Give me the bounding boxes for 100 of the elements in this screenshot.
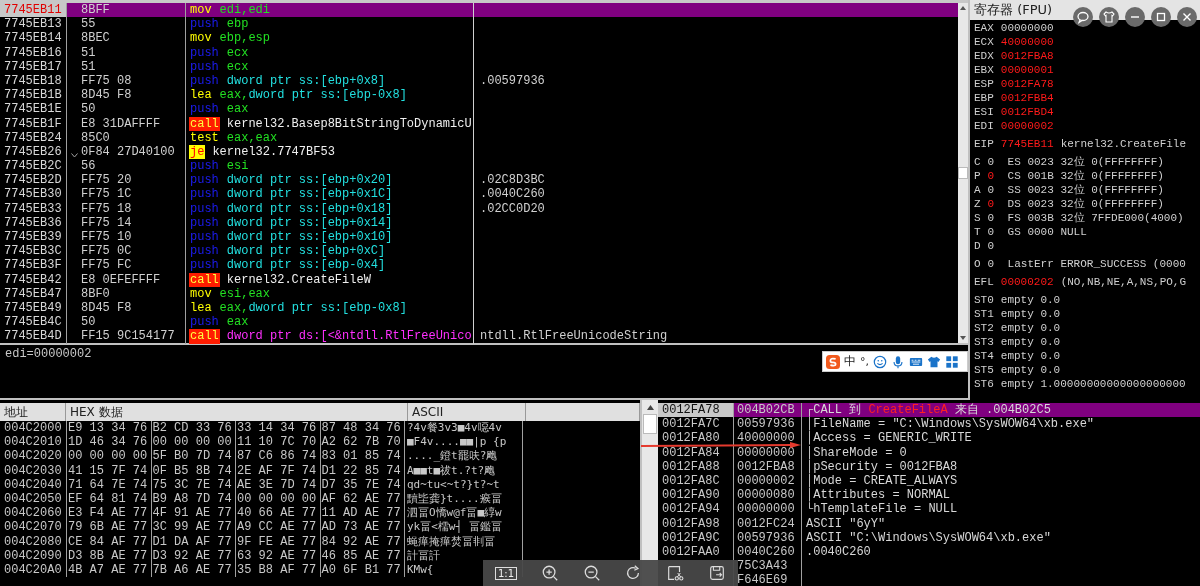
flag-value[interactable]: 0: [987, 197, 1001, 211]
address-cell: 0012FA7C: [658, 417, 734, 432]
microphone-icon[interactable]: [891, 354, 905, 369]
logo-icon[interactable]: [826, 354, 840, 369]
chat-icon[interactable]: [1073, 7, 1093, 27]
register-value[interactable]: 00000001: [1000, 63, 1054, 77]
code-row[interactable]: 7745EB4D FF15 9C154177 call dword ptr ds:[<&ntdll.RtlFreeUnico ntdll.RtlFreeUnicodeString: [0, 329, 958, 344]
register-value[interactable]: 0012FBB4: [1000, 91, 1054, 105]
register-name: ESI: [974, 105, 994, 119]
code-row[interactable]: 7745EB3C FF75 0C push dword ptr ss:[ebp+0xC]: [0, 244, 958, 259]
hex-cell: D3 92 AE 77: [151, 548, 236, 563]
code-row[interactable]: 7745EB18 FF75 08 push dword ptr ss:[ebp+0x8] .00597936: [0, 73, 958, 89]
operand: eax: [226, 315, 249, 330]
code-row[interactable]: 7745EB1E 50 push eax: [0, 102, 958, 117]
flag-value[interactable]: 0: [987, 239, 1001, 253]
code-row[interactable]: 7745EB16 51 push ecx: [0, 45, 958, 60]
smiley-icon[interactable]: [873, 354, 887, 369]
hex-cell: AF 62 AE 77: [320, 491, 405, 507]
flag-value[interactable]: 0: [987, 225, 1001, 239]
code-row[interactable]: 7745EB17 51 push ecx: [0, 59, 958, 74]
bytes-cell: 8D45 F8: [81, 300, 186, 316]
register-value[interactable]: empty 0.0: [1000, 335, 1061, 349]
address-cell: 0012FA90: [658, 488, 734, 503]
code-row[interactable]: 7745EB3F FF75 FC push dword ptr ss:[ebp-0x4]: [0, 258, 958, 273]
scroll-thumb[interactable]: [643, 414, 657, 434]
bytes-cell: E8 0EFEFFFF: [81, 272, 186, 287]
actual-size-button[interactable]: 1:1: [494, 566, 517, 580]
punctuation-toggle[interactable]: °,: [860, 355, 869, 368]
register-value[interactable]: 0012FA78: [1000, 77, 1054, 91]
code-row[interactable]: 7745EB47 8BF0 mov esi,eax: [0, 286, 958, 301]
address-cell: 7745EB13: [0, 17, 67, 32]
address-cell: 7745EB4D: [0, 329, 67, 344]
scroll-up-icon[interactable]: [960, 6, 966, 10]
operand: kernel32.7747BF53: [212, 144, 335, 160]
maximize-icon[interactable]: [1151, 7, 1171, 27]
register-value[interactable]: 0012FBD4: [1000, 105, 1054, 119]
column-header[interactable]: ASCII: [408, 403, 526, 421]
flag-detail: GS 0000 NULL: [1007, 225, 1087, 239]
language-toggle[interactable]: 中: [844, 353, 856, 370]
scrollbar[interactable]: [958, 3, 968, 343]
mnemonic: push: [189, 45, 220, 60]
address-cell: 0012FAA0: [658, 544, 734, 560]
minimize-icon[interactable]: [1125, 7, 1145, 27]
register-value[interactable]: empty 0.0: [1000, 321, 1061, 335]
code-row[interactable]: 7745EB49 8D45 F8 lea eax,dword ptr ss:[ebp-0x8]: [0, 300, 958, 316]
code-row[interactable]: 7745EB2C 56 push esi: [0, 159, 958, 174]
code-row[interactable]: 7745EB11 8BFF mov edi,edi: [0, 3, 958, 18]
register-value[interactable]: empty 0.0: [1000, 349, 1061, 363]
register-value[interactable]: empty 0.0: [1000, 307, 1061, 321]
close-icon[interactable]: [1177, 7, 1197, 27]
flag-detail: LastErr ERROR_SUCCESS (0000: [1007, 257, 1186, 271]
code-row[interactable]: 7745EB14 8BEC mov ebp,esp: [0, 31, 958, 46]
address-cell: 7745EB2D: [0, 173, 67, 188]
register-name: ECX: [974, 35, 994, 49]
hex-cell: CE 84 AF 77: [67, 534, 152, 549]
register-name: ST1: [974, 307, 994, 321]
operand: eax: [226, 102, 249, 117]
code-row[interactable]: 7745EB26 0F84 27D40100 je kernel32.7747BF53: [0, 144, 958, 160]
flag-value[interactable]: 0: [987, 183, 1001, 197]
flag-value[interactable]: 0: [987, 257, 1001, 271]
register-value[interactable]: empty 1.00000000000000000000: [1000, 377, 1186, 391]
register-name: EBX: [974, 63, 994, 77]
operand: dword ptr ss:[ebp+0x10]: [226, 230, 393, 245]
address-cell: 0012FA84: [658, 445, 734, 460]
register-value[interactable]: 40000000: [1000, 35, 1054, 49]
flag-value[interactable]: 0: [987, 155, 1001, 169]
code-row[interactable]: 7745EB1B 8D45 F8 lea eax,dword ptr ss:[ebp-0x8]: [0, 88, 958, 103]
register-value[interactable]: 7745EB11: [1000, 137, 1054, 151]
register-value[interactable]: 00000202: [1000, 275, 1054, 289]
code-row[interactable]: 7745EB1F E8 31DAFFFF call kernel32.Basep8BitStringToDynamicU: [0, 116, 958, 131]
code-row[interactable]: 7745EB33 FF75 18 push dword ptr ss:[ebp+0x18] .02CC0D20: [0, 201, 958, 216]
crop-icon[interactable]: [666, 564, 685, 582]
scroll-down-icon[interactable]: [960, 336, 966, 340]
register-value[interactable]: empty 0.0: [1000, 293, 1061, 307]
register-value[interactable]: empty 0.0: [1000, 363, 1061, 377]
register-name: ST5: [974, 363, 994, 377]
column-header[interactable]: HEX 数据: [66, 403, 408, 421]
value-cell: 00597936: [734, 530, 802, 545]
code-row[interactable]: 7745EB2D FF75 20 push dword ptr ss:[ebp+0x20] .02C8D3BC: [0, 173, 958, 188]
register-value[interactable]: 00000000: [1000, 21, 1054, 35]
code-row[interactable]: 7745EB36 FF75 14 push dword ptr ss:[ebp+0x14]: [0, 215, 958, 230]
register-value[interactable]: 0012FBA8: [1000, 49, 1054, 63]
code-row[interactable]: 7745EB39 FF75 10 push dword ptr ss:[ebp+0x10]: [0, 230, 958, 245]
code-row[interactable]: 7745EB13 55 push ebp: [0, 17, 958, 32]
scroll-thumb[interactable]: [958, 167, 968, 179]
grid-icon[interactable]: [945, 354, 959, 369]
shirt-icon[interactable]: [1099, 7, 1119, 27]
save-icon[interactable]: [708, 564, 727, 582]
scroll-up-icon[interactable]: [646, 405, 654, 410]
flag-value[interactable]: 0: [987, 211, 1001, 225]
hex-cell: AE 3E 7D 74: [236, 477, 321, 492]
address-cell: 7745EB4C: [0, 315, 67, 330]
code-row[interactable]: 7745EB24 85C0 test eax,eax: [0, 130, 958, 145]
register-value[interactable]: 00000002: [1000, 119, 1054, 133]
zoom-out-icon[interactable]: [582, 564, 601, 582]
zoom-in-icon[interactable]: [540, 564, 559, 582]
code-row[interactable]: 7745EB42 E8 0EFEFFFF call kernel32.CreateFileW: [0, 272, 958, 287]
flag-value[interactable]: 0: [987, 169, 1001, 183]
column-header[interactable]: 地址: [0, 403, 66, 421]
code-row[interactable]: 7745EB30 FF75 1C push dword ptr ss:[ebp+0x1C] .0040C260: [0, 187, 958, 202]
